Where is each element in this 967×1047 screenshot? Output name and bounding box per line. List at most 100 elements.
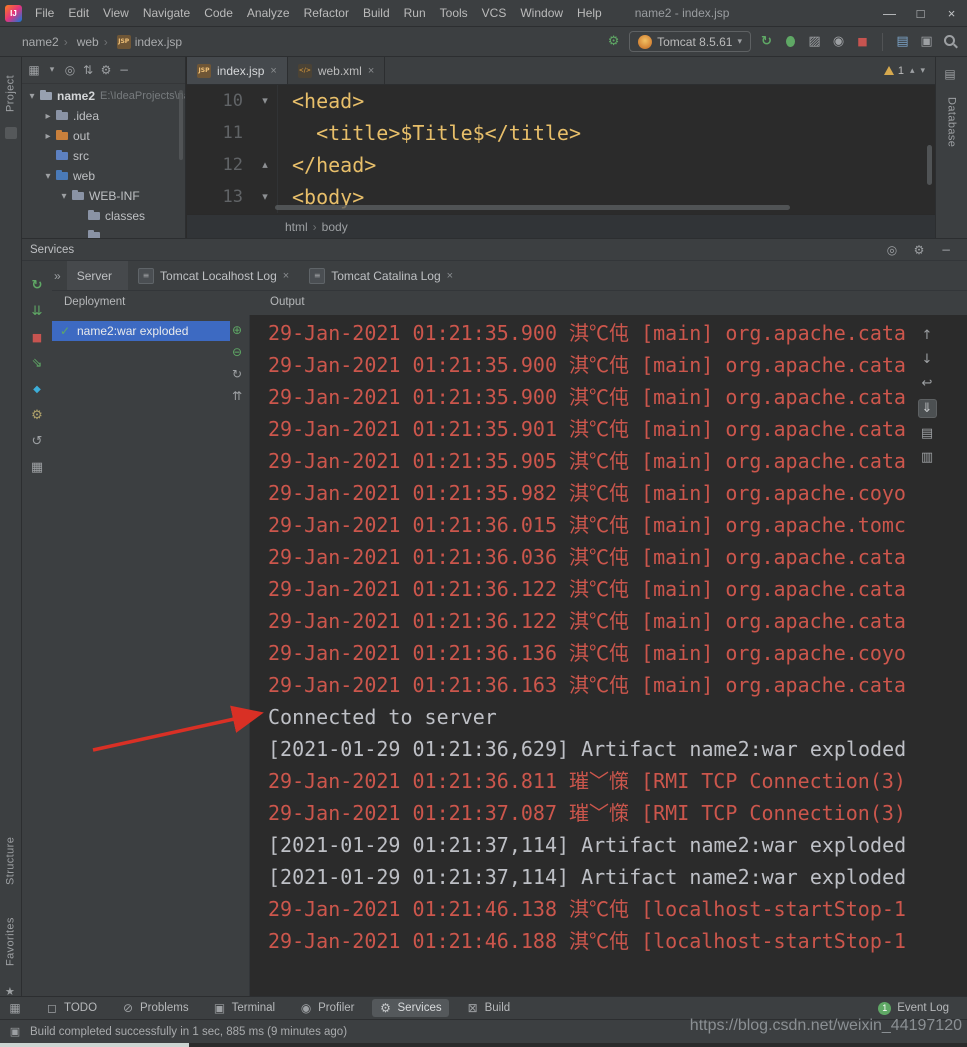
tool-window-button[interactable]: Problems xyxy=(114,999,196,1017)
collapse-all-icon[interactable] xyxy=(81,63,95,77)
stop-icon[interactable] xyxy=(854,33,871,50)
chevron-icon[interactable] xyxy=(42,171,54,182)
tree-item[interactable]: web xyxy=(22,166,185,186)
close-tab-icon[interactable]: × xyxy=(270,65,276,77)
fold-marker-icon[interactable] xyxy=(253,117,277,149)
menu-item[interactable]: Build xyxy=(356,3,397,23)
chevron-icon[interactable] xyxy=(26,91,38,102)
tree-item[interactable] xyxy=(22,226,185,238)
breadcrumb-item[interactable]: html xyxy=(275,220,308,234)
close-tab-icon[interactable]: × xyxy=(368,65,374,77)
menu-item[interactable]: File xyxy=(28,3,61,23)
line-number[interactable]: 11 xyxy=(187,117,253,149)
services-tab[interactable]: Tomcat Catalina Log × xyxy=(299,261,463,290)
chevron-icon[interactable] xyxy=(58,191,70,202)
tree-item[interactable]: WEB-INF xyxy=(22,186,185,206)
caret-down-icon[interactable] xyxy=(45,63,59,77)
tree-item[interactable]: name2 E:\IdeaProjects\nam xyxy=(22,86,185,106)
refresh-artifact-icon[interactable] xyxy=(230,367,244,381)
menu-item[interactable]: Navigate xyxy=(136,3,197,23)
services-tab[interactable]: Server xyxy=(67,261,128,290)
breadcrumb-item[interactable]: › body xyxy=(308,220,348,234)
inspections-widget[interactable]: 1 ▴ ▾ xyxy=(884,57,935,84)
debug-icon[interactable] xyxy=(782,33,799,50)
tabs-overflow-icon[interactable]: » xyxy=(54,269,61,283)
window-switcher-icon[interactable] xyxy=(8,1001,22,1015)
coverage-icon[interactable] xyxy=(806,33,823,50)
up-icon[interactable] xyxy=(919,327,936,344)
scroll-end-icon[interactable] xyxy=(918,399,937,418)
float-icon[interactable] xyxy=(885,243,899,257)
undeploy-icon[interactable] xyxy=(230,345,244,359)
tool-window-button[interactable]: Services xyxy=(372,999,449,1017)
project-structure-icon[interactable] xyxy=(894,33,911,50)
code-area[interactable]: 10 <head> 11 <title>$Title$</title> 12 <… xyxy=(187,85,935,213)
close-tab-icon[interactable]: × xyxy=(283,270,289,282)
menu-item[interactable]: Analyze xyxy=(240,3,297,23)
breadcrumb-item[interactable]: › web xyxy=(59,35,99,49)
menu-item[interactable]: Help xyxy=(570,3,609,23)
run-icon[interactable] xyxy=(758,33,775,50)
breadcrumb-item[interactable]: name2 xyxy=(8,35,59,49)
next-warning-icon[interactable]: ▾ xyxy=(920,65,925,76)
rerun-server-icon[interactable] xyxy=(29,277,46,294)
fold-marker-icon[interactable] xyxy=(253,149,277,181)
menu-item[interactable]: Code xyxy=(197,3,240,23)
tree-item[interactable]: src xyxy=(22,146,185,166)
locate-icon[interactable] xyxy=(63,63,77,77)
event-log-button[interactable]: 1 Event Log xyxy=(878,1002,949,1015)
tree-item[interactable]: out xyxy=(22,126,185,146)
update-app-icon[interactable] xyxy=(29,303,46,320)
stop-server-icon[interactable] xyxy=(29,329,46,346)
menu-item[interactable]: VCS xyxy=(475,3,514,23)
fold-marker-icon[interactable] xyxy=(253,85,277,117)
hide-icon[interactable] xyxy=(939,243,953,257)
horizontal-scrollbar[interactable] xyxy=(275,205,790,210)
run-config-selector[interactable]: Tomcat 8.5.61 ▾ xyxy=(629,31,751,52)
wrench-icon[interactable] xyxy=(29,407,46,424)
line-number[interactable]: 12 xyxy=(187,149,253,181)
print-icon[interactable] xyxy=(919,425,936,442)
settings-icon[interactable] xyxy=(912,243,926,257)
menu-item[interactable]: Refactor xyxy=(297,3,356,23)
clear-icon[interactable] xyxy=(919,449,936,466)
search-icon[interactable] xyxy=(942,33,959,50)
chevron-icon[interactable] xyxy=(42,131,54,142)
editor-tab[interactable]: index.jsp × xyxy=(187,57,288,84)
tool-window-button[interactable]: TODO xyxy=(38,999,104,1017)
tool-window-button[interactable]: Terminal xyxy=(206,999,282,1017)
services-tab[interactable]: Tomcat Localhost Log × xyxy=(128,261,299,290)
deploy-plus-icon[interactable] xyxy=(230,323,244,337)
settings-icon[interactable] xyxy=(99,63,113,77)
scrollbar[interactable] xyxy=(179,90,183,160)
deploy-all-icon[interactable] xyxy=(29,355,46,372)
deployment-item[interactable]: name2:war exploded xyxy=(52,321,230,341)
views-icon[interactable] xyxy=(27,63,41,77)
layout-icon[interactable] xyxy=(918,33,935,50)
console-output[interactable]: 29-Jan-2021 01:21:35.900 淇℃伅 [main] org.… xyxy=(250,315,905,996)
artifact-icon[interactable] xyxy=(29,381,46,398)
minimize-button[interactable]: — xyxy=(874,0,905,27)
tool-window-icon[interactable] xyxy=(5,127,17,139)
editor-tab[interactable]: web.xml × xyxy=(288,57,385,84)
fold-marker-icon[interactable] xyxy=(253,181,277,213)
tool-window-button-structure[interactable]: Structure xyxy=(0,829,21,893)
tree-item[interactable]: .idea xyxy=(22,106,185,126)
menu-item[interactable]: Edit xyxy=(61,3,96,23)
tree-item[interactable]: classes xyxy=(22,206,185,226)
tool-window-button[interactable]: Profiler xyxy=(292,999,361,1017)
build-hammer-icon[interactable] xyxy=(605,33,622,50)
softwrap-icon[interactable] xyxy=(919,375,936,392)
menu-item[interactable]: Run xyxy=(397,3,433,23)
tool-window-button-favorites[interactable]: Favorites xyxy=(0,907,21,977)
line-number[interactable]: 10 xyxy=(187,85,253,117)
chevron-icon[interactable] xyxy=(42,111,54,122)
prev-warning-icon[interactable]: ▴ xyxy=(910,65,915,76)
line-number[interactable]: 13 xyxy=(187,181,253,213)
down-icon[interactable] xyxy=(919,351,936,368)
refresh-icon[interactable] xyxy=(29,433,46,450)
dashboard-icon[interactable] xyxy=(29,459,46,476)
tool-window-button-database[interactable]: Database xyxy=(936,89,967,155)
breadcrumb-item[interactable]: › index.jsp xyxy=(99,35,182,49)
hide-icon[interactable] xyxy=(117,63,131,77)
